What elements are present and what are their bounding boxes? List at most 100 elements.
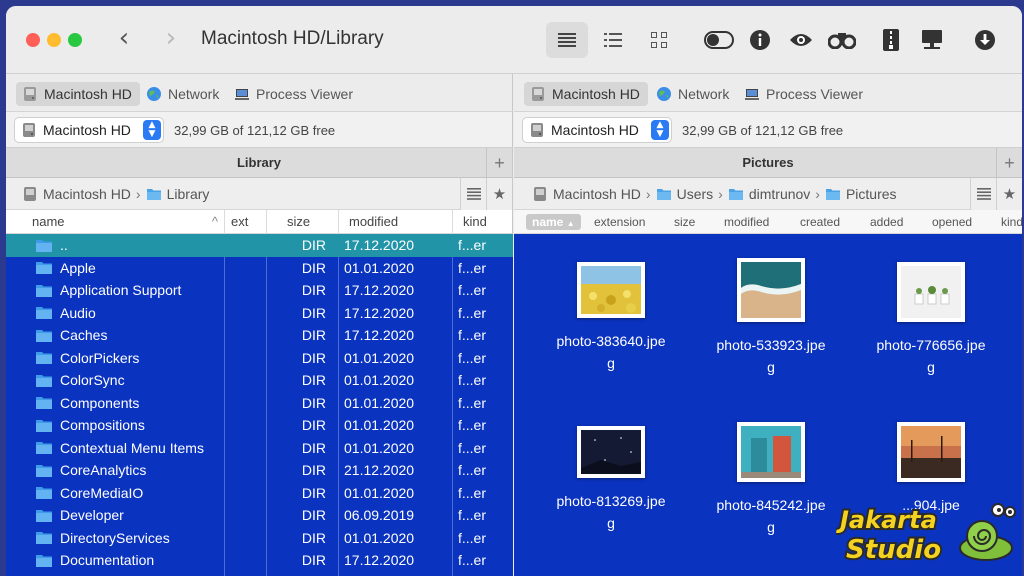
left-file-list[interactable]: .. DIR 17.12.2020 f...er Apple DIR 01.01.2020 f… (6, 234, 513, 576)
disk-icon (24, 186, 36, 201)
favorite-button[interactable]: ★ (996, 178, 1022, 210)
menu-button[interactable] (970, 178, 996, 210)
col-kind[interactable]: kind (1001, 210, 1022, 234)
crumb-users[interactable]: Users (656, 186, 713, 202)
file-tile[interactable]: photo-383640.jpe g (541, 262, 681, 374)
new-tab-button[interactable]: + (486, 148, 512, 178)
col-size[interactable]: size (266, 210, 338, 234)
table-row[interactable]: DirectoryServices DIR 01.01.2020 f...er (6, 527, 513, 550)
cell-size: DIR (301, 304, 326, 321)
folder-icon (36, 487, 52, 500)
table-row[interactable]: Audio DIR 17.12.2020 f...er (6, 302, 513, 325)
file-tile[interactable]: photo-776656.jpe g (861, 262, 1001, 378)
col-kind[interactable]: kind (452, 210, 513, 234)
col-size[interactable]: size (674, 210, 695, 234)
table-row[interactable]: CoreAnalytics DIR 21.12.2020 f...er (6, 459, 513, 482)
cell-name: ColorSync (36, 369, 125, 392)
file-name: photo-813269.jpe (556, 493, 666, 509)
tab-label: Process Viewer (766, 86, 864, 102)
crumb-macintosh-hd[interactable]: Macintosh HD (22, 186, 131, 202)
file-name: ColorPickers (60, 349, 140, 366)
info-button[interactable] (739, 22, 781, 58)
search-button[interactable] (821, 22, 863, 58)
file-name: photo-533923.jpe (716, 337, 826, 353)
file-tile[interactable]: photo-813269.jpe g (541, 426, 681, 534)
table-row[interactable]: Components DIR 01.01.2020 f...er (6, 392, 513, 415)
quick-look-button[interactable] (780, 22, 822, 58)
app-window: ‹ › Macintosh HD/Library Macintosh HD Ne… (6, 6, 1022, 576)
crumb-library[interactable]: Library (146, 186, 209, 202)
col-modified[interactable]: modified (724, 210, 769, 234)
left-breadcrumb: Macintosh HD › Library ★ (6, 178, 512, 210)
chevron-right-icon: › (815, 185, 820, 202)
table-row[interactable]: Contextual Menu Items DIR 01.01.2020 f...er (6, 437, 513, 460)
forward-button[interactable]: › (156, 24, 186, 54)
table-row[interactable]: Apple DIR 01.01.2020 f...er (6, 257, 513, 280)
toggle-hidden-button[interactable] (698, 22, 740, 58)
file-tile[interactable]: photo-845242.jpe g (701, 422, 841, 538)
col-modified[interactable]: modified (338, 210, 452, 234)
cell-kind: f...er (458, 484, 487, 501)
table-row[interactable]: CoreMediaIO DIR 01.01.2020 f...er (6, 482, 513, 505)
right-pane-title: Pictures + (514, 148, 1022, 178)
table-row[interactable]: ColorSync DIR 01.01.2020 f...er (6, 369, 513, 392)
close-window-button[interactable] (26, 33, 40, 47)
left-volume-select[interactable]: Macintosh HD ▲ ▼ (14, 117, 164, 143)
table-row[interactable]: Compositions DIR 01.01.2020 f...er (6, 414, 513, 437)
col-extension[interactable]: extension (594, 210, 645, 234)
left-tab-macintosh-hd[interactable]: Macintosh HD (16, 82, 140, 106)
col-ext[interactable]: ext (224, 210, 266, 234)
zoom-window-button[interactable] (68, 33, 82, 47)
left-pane: Macintosh HD Network Process Viewer Maci… (6, 74, 513, 576)
cell-kind: f...er (458, 349, 487, 366)
list-view-button[interactable] (546, 22, 588, 58)
col-added[interactable]: added (870, 210, 903, 234)
right-tab-macintosh-hd[interactable]: Macintosh HD (524, 82, 648, 106)
col-opened[interactable]: opened (932, 210, 972, 234)
minimize-window-button[interactable] (47, 33, 61, 47)
col-name[interactable]: name ^ (26, 210, 224, 234)
new-tab-button[interactable]: + (996, 148, 1022, 178)
list-menu-icon (976, 188, 991, 200)
connect-button[interactable] (911, 22, 953, 58)
table-row[interactable]: Application Support DIR 17.12.2020 f...er (6, 279, 513, 302)
icon-view-button[interactable] (638, 22, 680, 58)
col-created[interactable]: created (800, 210, 840, 234)
favorite-button[interactable]: ★ (486, 178, 512, 210)
download-button[interactable] (964, 22, 1006, 58)
cell-size: DIR (301, 282, 326, 298)
cell-mod: 01.01.2020 (344, 529, 415, 546)
file-tile[interactable]: photo-533923.jpe g (701, 258, 841, 378)
cell-name: Apple (36, 257, 96, 280)
crumb-dimtrunov[interactable]: dimtrunov (728, 186, 810, 202)
table-row[interactable]: .. DIR 17.12.2020 f...er (6, 234, 513, 257)
detail-view-button[interactable] (592, 22, 634, 58)
cell-kind: f...er (458, 237, 487, 253)
left-tab-process-viewer[interactable]: Process Viewer (228, 82, 361, 106)
right-tab-network[interactable]: Network (650, 82, 737, 106)
cell-kind: f...er (458, 304, 487, 321)
col-name[interactable]: name ▲ (526, 214, 581, 230)
table-row[interactable]: ColorPickers DIR 01.01.2020 f...er (6, 347, 513, 370)
tab-label: Network (168, 86, 220, 102)
right-breadcrumb: Macintosh HD › Users › dimtrunov › Pictu… (514, 178, 1022, 210)
archive-button[interactable] (870, 22, 912, 58)
right-volume-select[interactable]: Macintosh HD ▲ ▼ (522, 117, 672, 143)
toggle-icon (704, 31, 734, 49)
table-row[interactable]: Caches DIR 17.12.2020 f...er (6, 324, 513, 347)
table-row[interactable]: Developer DIR 06.09.2019 f...er (6, 504, 513, 527)
left-tab-bar: Macintosh HD Network Process Viewer (6, 74, 512, 112)
left-tab-network[interactable]: Network (140, 82, 227, 106)
chevron-updown-icon: ▲ ▼ (651, 120, 669, 140)
globe-icon (657, 87, 671, 101)
crumb-macintosh-hd[interactable]: Macintosh HD (532, 186, 641, 202)
list-view-icon (558, 33, 576, 47)
cell-mod: 01.01.2020 (344, 439, 415, 456)
crumb-pictures[interactable]: Pictures (825, 186, 897, 202)
table-row[interactable]: Documentation DIR 17.12.2020 f...er (6, 549, 513, 572)
back-button[interactable]: ‹ (109, 24, 139, 54)
right-tab-process-viewer[interactable]: Process Viewer (738, 82, 871, 106)
window-title: Macintosh HD/Library (201, 28, 384, 49)
menu-button[interactable] (460, 178, 486, 210)
cell-name: Developer (36, 504, 124, 527)
